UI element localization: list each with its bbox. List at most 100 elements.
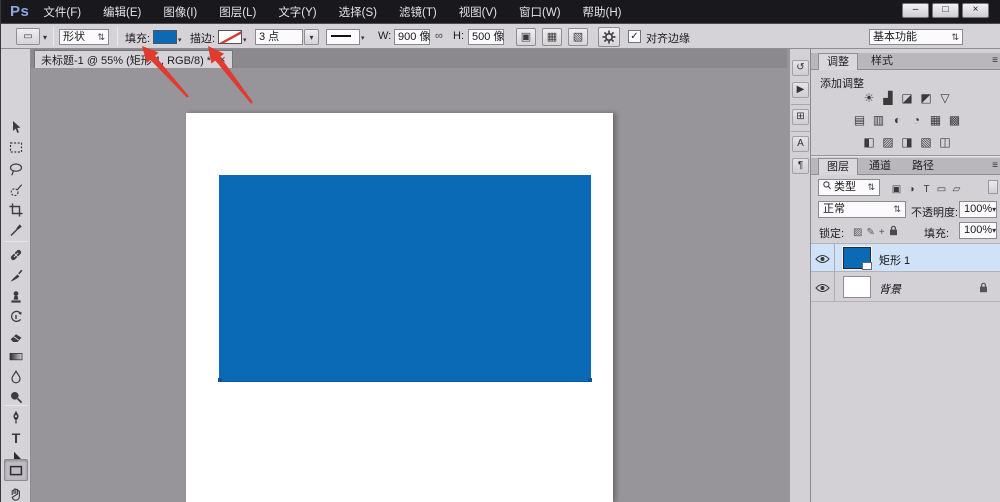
filter-smart-objects-icon[interactable]: ▱ [949, 184, 964, 195]
clone-stamp-tool[interactable] [4, 287, 28, 306]
menu-file[interactable]: 文件(F) [43, 4, 81, 20]
layer-filter-kind-select[interactable]: 类型 [818, 179, 880, 196]
visibility-toggle[interactable] [811, 244, 835, 273]
tool-preset-button[interactable]: ▭ [16, 28, 40, 45]
path-anchor-handle[interactable] [588, 378, 592, 382]
selective-color-icon[interactable]: ◫ [936, 135, 955, 149]
photo-filter-icon[interactable]: ◔ [907, 113, 926, 127]
dodge-tool[interactable] [4, 387, 28, 406]
channel-mixer-icon[interactable]: ▦ [926, 113, 945, 127]
maximize-button[interactable]: □ [932, 3, 959, 18]
stroke-dropdown-arrow-icon[interactable]: ▾ [243, 36, 247, 44]
layer-row-rectangle-1[interactable]: 矩形 1 [811, 243, 1000, 272]
brightness-contrast-icon[interactable]: ☀ [860, 91, 879, 105]
geometry-options-gear-button[interactable] [598, 27, 620, 47]
rectangle-tool[interactable] [4, 459, 28, 481]
opacity-value-select[interactable]: 100% [959, 201, 997, 218]
layer-name[interactable]: 矩形 1 [879, 252, 910, 268]
crop-tool[interactable] [4, 200, 28, 219]
filter-type-layers-icon[interactable]: T [919, 184, 934, 195]
eyedropper-tool[interactable] [4, 220, 28, 239]
menu-view[interactable]: 视图(V) [459, 4, 497, 20]
menu-window[interactable]: 窗口(W) [519, 4, 561, 20]
width-input[interactable]: 900 像 [394, 29, 430, 45]
fill-dropdown-arrow-icon[interactable]: ▾ [178, 36, 182, 44]
vibrance-icon[interactable]: ▽ [936, 91, 955, 105]
workspace-select[interactable]: 基本功能 [869, 29, 963, 45]
tab-channels[interactable]: 通道 [861, 158, 899, 175]
history-panel-icon[interactable]: ↺ [792, 60, 809, 76]
character-panel-icon[interactable]: A [792, 136, 809, 152]
stroke-style-select[interactable] [326, 29, 360, 45]
stroke-style-arrow-icon[interactable]: ▾ [361, 34, 365, 42]
menu-image[interactable]: 图像(I) [163, 4, 197, 20]
align-edges-checkbox[interactable]: ✓ [628, 30, 641, 43]
paragraph-panel-icon[interactable]: ¶ [792, 158, 809, 174]
filter-shape-layers-icon[interactable]: ▭ [934, 184, 949, 195]
actions-panel-icon[interactable]: ▶ [792, 82, 809, 98]
blend-mode-select[interactable]: 正常 [818, 201, 906, 218]
lock-position-icon[interactable]: + [879, 227, 885, 238]
type-tool[interactable]: T [4, 428, 28, 447]
layer-name[interactable]: 背景 [879, 281, 901, 297]
stroke-width-input[interactable]: 3 点 [255, 29, 303, 45]
menu-type[interactable]: 文字(Y) [278, 4, 316, 20]
menu-help[interactable]: 帮助(H) [583, 4, 622, 20]
pen-tool[interactable] [4, 407, 28, 426]
panel-menu-icon[interactable]: ≡ [992, 160, 998, 171]
lock-pixels-icon[interactable]: ✎ [866, 227, 874, 238]
tool-preset-arrow-icon[interactable]: ▾ [43, 33, 47, 42]
curves-icon[interactable]: ◪ [898, 91, 917, 105]
posterize-icon[interactable]: ▨ [879, 135, 898, 149]
rectangle-shape[interactable] [219, 175, 591, 382]
visibility-toggle[interactable] [811, 273, 835, 302]
tool-mode-select[interactable]: 形状 [59, 29, 109, 45]
document-tab-close-icon[interactable]: × [219, 54, 225, 66]
color-lookup-icon[interactable]: ▩ [945, 113, 964, 127]
tab-adjustments[interactable]: 调整 [818, 53, 858, 70]
menu-layer[interactable]: 图层(L) [219, 4, 256, 20]
black-white-icon[interactable]: ◐ [888, 113, 907, 127]
menu-select[interactable]: 选择(S) [339, 4, 377, 20]
properties-panel-icon[interactable]: ⊞ [792, 109, 809, 125]
close-button[interactable]: × [962, 3, 989, 18]
filter-toggle-button[interactable] [988, 180, 998, 194]
filter-pixel-layers-icon[interactable]: ▣ [889, 184, 904, 195]
minimize-button[interactable]: – [902, 3, 929, 18]
tab-layers[interactable]: 图层 [818, 158, 858, 175]
canvas-area[interactable] [31, 68, 787, 502]
lock-transparency-icon[interactable]: ▨ [853, 227, 862, 238]
menu-filter[interactable]: 滤镜(T) [399, 4, 437, 20]
path-alignment-button[interactable]: ▦ [542, 28, 562, 46]
tab-styles[interactable]: 样式 [863, 53, 901, 70]
layer-fill-value-select[interactable]: 100% [959, 222, 997, 239]
path-operations-button[interactable]: ▣ [516, 28, 536, 46]
layer-row-background[interactable]: 背景 [811, 273, 1000, 302]
panel-menu-icon[interactable]: ≡ [992, 55, 998, 66]
menu-edit[interactable]: 编辑(E) [103, 4, 141, 20]
gradient-map-icon[interactable]: ▧ [917, 135, 936, 149]
link-dimensions-icon[interactable]: ∞ [435, 30, 443, 42]
lasso-tool[interactable] [4, 159, 28, 178]
height-input[interactable]: 500 像 [468, 29, 504, 45]
stroke-width-arrow-icon[interactable]: ▾ [304, 29, 319, 45]
invert-icon[interactable]: ◧ [860, 135, 879, 149]
exposure-icon[interactable]: ◩ [917, 91, 936, 105]
layer-thumbnail[interactable] [843, 247, 871, 269]
gradient-tool[interactable] [4, 347, 28, 366]
brush-tool[interactable] [4, 266, 28, 285]
threshold-icon[interactable]: ◨ [898, 135, 917, 149]
stroke-swatch[interactable] [218, 30, 242, 44]
hue-saturation-icon[interactable]: ▤ [850, 113, 869, 127]
filter-adjustment-layers-icon[interactable]: ◑ [904, 184, 919, 195]
color-balance-icon[interactable]: ▥ [869, 113, 888, 127]
history-brush-tool[interactable] [4, 307, 28, 326]
lock-all-icon[interactable] [889, 225, 898, 236]
blur-tool[interactable] [4, 367, 28, 386]
fill-swatch[interactable] [153, 30, 177, 44]
hand-tool[interactable] [4, 484, 28, 502]
healing-brush-tool[interactable] [4, 245, 28, 264]
tab-paths[interactable]: 路径 [904, 158, 942, 175]
document-tab[interactable]: 未标题-1 @ 55% (矩形 1, RGB/8) * × [34, 50, 233, 68]
move-tool[interactable] [4, 117, 28, 136]
